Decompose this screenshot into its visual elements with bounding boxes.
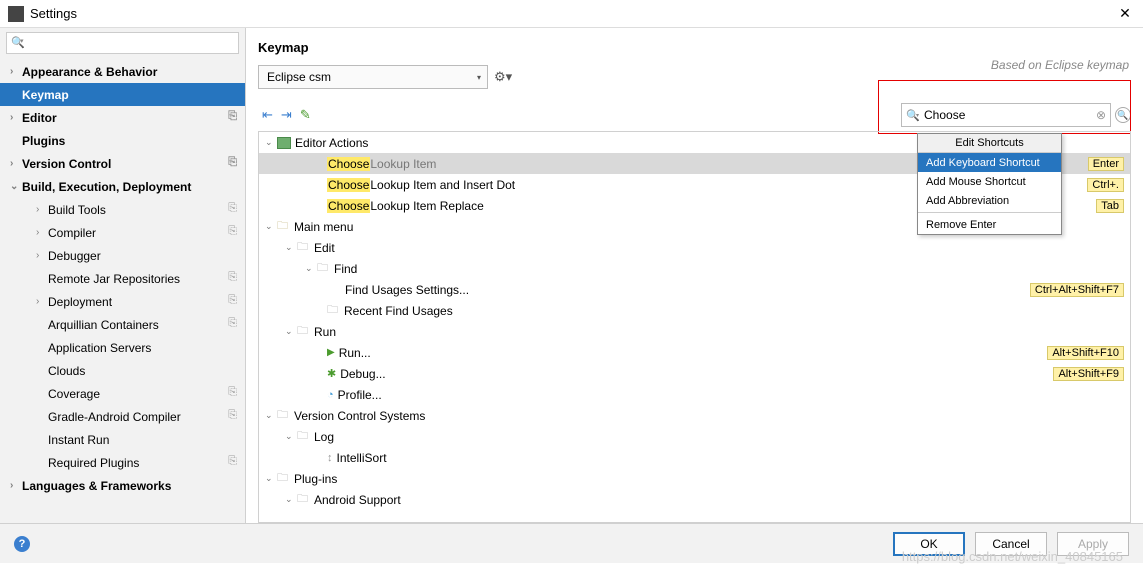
app-icon (8, 6, 24, 22)
collapse-icon[interactable]: ⇥ (281, 107, 292, 123)
watermark: https://blog.csdn.net/weixin_40845165 (902, 549, 1123, 564)
separator (918, 212, 1061, 213)
content: Keymap Based on Eclipse keymap Eclipse c… (246, 28, 1143, 523)
titlebar: Settings ✕ (0, 0, 1143, 28)
run-icon: ▶ (327, 347, 335, 358)
shortcut-badge: Tab (1096, 199, 1124, 213)
find-by-shortcut-icon[interactable]: 🔍 (1115, 107, 1131, 123)
action-run[interactable]: ▶Run...Alt+Shift+F10 (259, 342, 1130, 363)
action-profile[interactable]: ◔Profile... (259, 384, 1130, 405)
copy-icon: ⎘ (228, 271, 237, 284)
bug-icon: ✱ (327, 367, 336, 380)
window-title: Settings (30, 6, 1115, 21)
copy-icon: ⎘ (228, 294, 237, 307)
ctx-add-keyboard[interactable]: Add Keyboard Shortcut (918, 153, 1061, 172)
sidebar-item[interactable]: ›Languages & Frameworks (0, 474, 245, 497)
copy-icon: ⎘ (228, 225, 237, 238)
sidebar-search[interactable]: 🔍 ▾ (6, 32, 239, 54)
based-on-label: Based on Eclipse keymap (991, 58, 1129, 72)
action-intellisort[interactable]: ↕IntelliSort (259, 447, 1130, 468)
sidebar-item[interactable]: Instant Run (0, 428, 245, 451)
copy-icon: ⎘ (228, 386, 237, 399)
tree-row[interactable]: ⌄🗀Version Control Systems (259, 405, 1130, 426)
sidebar-item[interactable]: Remote Jar Repositories⎘ (0, 267, 245, 290)
sort-icon: ↕ (327, 452, 333, 464)
copy-icon: ⎘ (228, 110, 237, 123)
folder-icon: 🗀 (277, 406, 291, 425)
shortcut-badge: Ctrl+Alt+Shift+F7 (1030, 283, 1124, 297)
folder-icon: 🗀 (277, 217, 291, 236)
sidebar-item[interactable]: Application Servers (0, 336, 245, 359)
context-title: Edit Shortcuts (918, 134, 1061, 153)
sidebar-item[interactable]: Arquillian Containers⎘ (0, 313, 245, 336)
sidebar-search-input[interactable] (6, 32, 239, 54)
sidebar-item[interactable]: Keymap (0, 83, 245, 106)
copy-icon: ⎘ (228, 156, 237, 169)
help-icon[interactable]: ? (14, 536, 30, 552)
copy-icon: ⎘ (228, 409, 237, 422)
copy-icon: ⎘ (228, 455, 237, 468)
footer: ? https://blog.csdn.net/weixin_40845165 … (0, 523, 1143, 563)
toolbar: ⇤ ⇥ ✎ 🔍 ▾ Choose ⊗ 🔍 (258, 101, 1131, 129)
gear-icon[interactable]: ⚙▾ (494, 69, 512, 85)
copy-icon: ⎘ (228, 202, 237, 215)
search-value: Choose (924, 108, 965, 122)
sidebar-item[interactable]: ›Debugger (0, 244, 245, 267)
folder-icon: 🗀 (327, 301, 341, 320)
context-menu: Edit Shortcuts Add Keyboard Shortcut Add… (917, 133, 1062, 235)
action-debug[interactable]: ✱Debug...Alt+Shift+F9 (259, 363, 1130, 384)
tree-row[interactable]: ⌄🗀Plug-ins (259, 468, 1130, 489)
sidebar-item[interactable]: Required Plugins⎘ (0, 451, 245, 474)
page-title: Keymap (258, 40, 1131, 55)
sidebar-item[interactable]: ⌄Build, Execution, Deployment (0, 175, 245, 198)
shortcut-badge: Ctrl+. (1087, 178, 1124, 192)
tree-row[interactable]: ⌄🗀Log (259, 426, 1130, 447)
folder-icon: 🗀 (317, 259, 331, 278)
clear-icon[interactable]: ⊗ (1096, 108, 1106, 122)
sidebar-item[interactable]: Gradle-Android Compiler⎘ (0, 405, 245, 428)
tree-row[interactable]: ⌄🗀Android Support (259, 489, 1130, 510)
folder-icon: 🗀 (277, 469, 291, 488)
keymap-select[interactable]: Eclipse csm ▾ (258, 65, 488, 89)
keymap-name: Eclipse csm (267, 70, 331, 84)
close-icon[interactable]: ✕ (1115, 5, 1135, 22)
sidebar-item[interactable]: Coverage⎘ (0, 382, 245, 405)
sidebar-item[interactable]: ›Version Control⎘ (0, 152, 245, 175)
ctx-remove[interactable]: Remove Enter (918, 215, 1061, 234)
sidebar-item[interactable]: ›Appearance & Behavior (0, 60, 245, 83)
action-recent-find[interactable]: 🗀Recent Find Usages (259, 300, 1130, 321)
shortcut-badge: Enter (1088, 157, 1124, 171)
sidebar-item[interactable]: ›Editor⎘ (0, 106, 245, 129)
sidebar-item[interactable]: Plugins (0, 129, 245, 152)
sidebar-tree: ›Appearance & BehaviorKeymap›Editor⎘Plug… (0, 58, 245, 497)
folder-icon: 🗀 (297, 490, 311, 509)
folder-icon: 🗀 (297, 322, 311, 341)
tree-row[interactable]: ⌄🗀Find (259, 258, 1130, 279)
tree-row[interactable]: ⌄🗀Run (259, 321, 1130, 342)
dropdown-icon: ▾ (20, 37, 24, 45)
ctx-add-abbrev[interactable]: Add Abbreviation (918, 191, 1061, 210)
shortcut-badge: Alt+Shift+F9 (1053, 367, 1124, 381)
chevron-down-icon: ▾ (477, 73, 481, 82)
sidebar-item[interactable]: ›Compiler⎘ (0, 221, 245, 244)
sidebar-item[interactable]: ›Deployment⎘ (0, 290, 245, 313)
action-find-usages[interactable]: Find Usages Settings...Ctrl+Alt+Shift+F7 (259, 279, 1130, 300)
action-search[interactable]: 🔍 ▾ Choose ⊗ (901, 103, 1111, 127)
copy-icon: ⎘ (228, 317, 237, 330)
tree-row[interactable]: ⌄🗀Edit (259, 237, 1130, 258)
expand-icon[interactable]: ⇤ (262, 107, 273, 123)
ctx-add-mouse[interactable]: Add Mouse Shortcut (918, 172, 1061, 191)
folder-icon: 🗀 (297, 427, 311, 446)
dropdown-icon: ▾ (916, 112, 919, 119)
sidebar: 🔍 ▾ ›Appearance & BehaviorKeymap›Editor⎘… (0, 28, 246, 523)
sidebar-item[interactable]: Clouds (0, 359, 245, 382)
profile-icon: ◔ (327, 389, 334, 401)
edit-icon[interactable]: ✎ (300, 107, 311, 123)
action-tree: ⌄Editor Actions Choose Lookup ItemEnter … (258, 131, 1131, 523)
folder-icon: 🗀 (297, 238, 311, 257)
shortcut-badge: Alt+Shift+F10 (1047, 346, 1124, 360)
editor-icon (277, 137, 291, 149)
sidebar-item[interactable]: ›Build Tools⎘ (0, 198, 245, 221)
